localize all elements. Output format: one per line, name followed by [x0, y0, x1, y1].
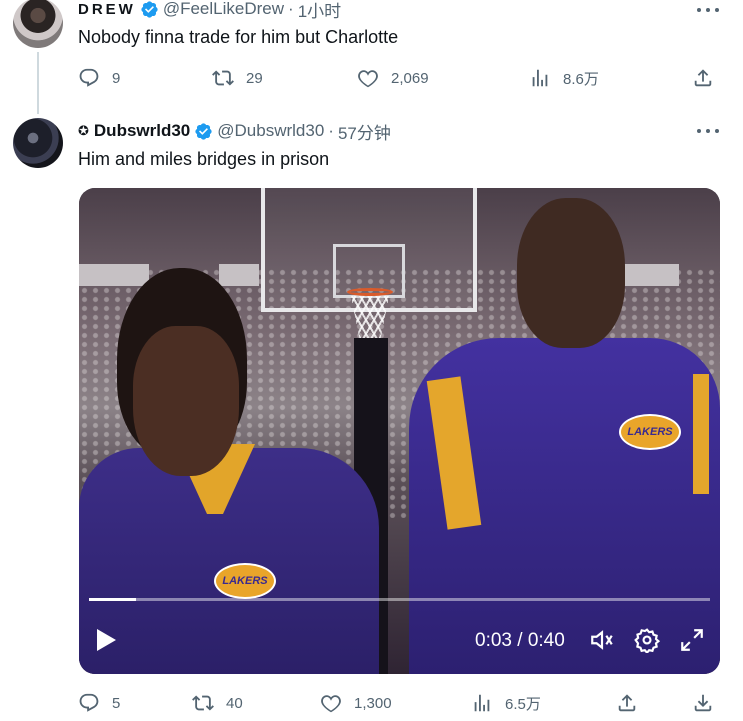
- tweet1-display-name[interactable]: DREW: [78, 1, 136, 18]
- download-icon: [694, 694, 712, 712]
- tweet1-handle[interactable]: @FeelLikeDrew: [163, 0, 284, 19]
- tweet1-views-button[interactable]: 8.6万: [529, 67, 599, 89]
- tweet2-display-name[interactable]: Dubswrld30: [94, 121, 190, 141]
- tweet1-retweet-button[interactable]: 29: [212, 67, 263, 89]
- tweet1-reply-button[interactable]: 9: [78, 67, 120, 89]
- tweet1-text: Nobody finna trade for him but Charlotte: [78, 27, 399, 47]
- lakers-logo: LAKERS: [619, 414, 681, 450]
- tweet2-retweet-button[interactable]: 40: [192, 692, 243, 714]
- video-progress-bar[interactable]: [89, 598, 710, 601]
- tweet2-separator: ·: [328, 121, 334, 140]
- heart-icon: [358, 70, 378, 88]
- tweet2-retweet-count: 40: [226, 694, 243, 712]
- tweet2-reply-button[interactable]: 5: [78, 692, 120, 714]
- tweet1-retweet-count: 29: [246, 69, 263, 87]
- video-time: 0:03 / 0:40: [475, 630, 565, 651]
- share-icon: [694, 69, 712, 87]
- tweet1-reply-count: 9: [112, 69, 121, 87]
- heart-icon: [321, 695, 341, 713]
- tweet2-like-count: 1,300: [354, 694, 392, 712]
- tweet1-share-button[interactable]: [692, 67, 726, 89]
- retweet-icon: [212, 70, 234, 86]
- video-controls: 0:03 / 0:40: [79, 594, 720, 674]
- tweet2-header: ✪ Dubswrld30 @Dubswrld30 · 57分钟: [78, 119, 391, 144]
- tweet2-views-button[interactable]: 6.5万: [471, 692, 541, 714]
- thread-connector: [37, 52, 39, 114]
- tweet1-view-count: 8.6万: [563, 70, 599, 88]
- reply-icon: [79, 693, 99, 712]
- tweet1-like-button[interactable]: 2,069: [357, 67, 429, 89]
- retweet-icon: [192, 695, 214, 711]
- video-progress-fill: [89, 598, 136, 601]
- tweet1-more-button[interactable]: [697, 0, 719, 20]
- analytics-icon: [474, 694, 490, 712]
- tweet2-view-count: 6.5万: [505, 695, 541, 713]
- tweet2-text: Him and miles bridges in prison: [78, 149, 330, 169]
- tweet2-handle[interactable]: @Dubswrld30: [217, 121, 324, 141]
- tweet1-separator: ·: [288, 0, 294, 18]
- star-icon: ✪: [78, 123, 89, 138]
- tweet2-video[interactable]: LAKERS LAKERS 0:03 / 0:40: [79, 188, 720, 674]
- verified-badge-icon: [141, 0, 158, 18]
- play-icon[interactable]: [95, 628, 117, 652]
- verified-badge-icon: [195, 122, 212, 140]
- tweet1-actions: 9 29 2,069 8.6万: [78, 63, 718, 93]
- tweet1-like-count: 2,069: [391, 69, 429, 87]
- avatar-drew[interactable]: [13, 0, 63, 48]
- tweet1-header: DREW @FeelLikeDrew · 1小时: [78, 0, 341, 22]
- fullscreen-icon[interactable]: [679, 627, 705, 653]
- tweet1-timestamp[interactable]: 1小时: [298, 0, 341, 22]
- avatar-dubswrld30[interactable]: [13, 118, 63, 168]
- share-icon: [618, 694, 636, 712]
- tweet2-bookmark-button[interactable]: [616, 692, 650, 714]
- tweet2-like-button[interactable]: 1,300: [320, 692, 392, 714]
- tweet2-reply-count: 5: [112, 694, 121, 712]
- settings-gear-icon[interactable]: [634, 627, 660, 653]
- reply-icon: [79, 68, 99, 87]
- volume-icon[interactable]: [589, 627, 615, 653]
- tweet2-timestamp[interactable]: 57分钟: [338, 119, 391, 144]
- tweet2-download-button[interactable]: [692, 692, 726, 714]
- tweet2-actions: 5 40 1,300 6.5万: [78, 688, 718, 718]
- analytics-icon: [532, 69, 548, 87]
- tweet2-more-button[interactable]: [697, 121, 719, 141]
